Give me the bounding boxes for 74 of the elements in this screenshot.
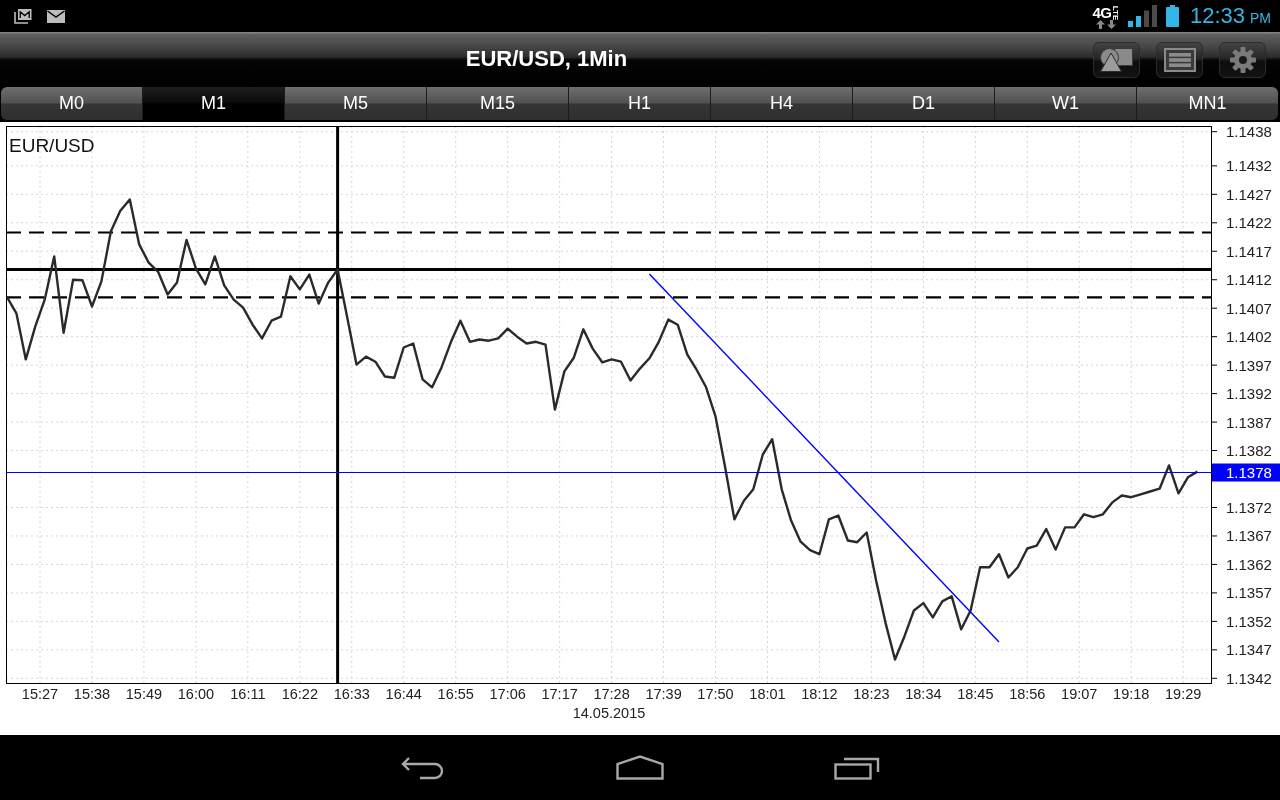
envelope-icon	[47, 9, 65, 23]
timeframe-tab[interactable]: M15	[427, 87, 569, 120]
y-axis-label: 1.1392	[1226, 385, 1272, 403]
x-axis-label: 16:22	[281, 686, 318, 702]
y-axis-label: 1.1397	[1226, 356, 1272, 374]
y-axis-label: 1.1352	[1226, 612, 1272, 630]
current-price-badge: 1.1378	[1212, 463, 1280, 482]
timeframe-tab[interactable]: M0	[1, 87, 143, 120]
timeframe-tab[interactable]: H1	[569, 87, 711, 120]
y-axis-label: 1.1438	[1226, 123, 1272, 141]
timeframe-tab[interactable]: MN1	[1137, 87, 1278, 120]
x-axis-label: 15:49	[125, 686, 163, 702]
x-axis-label: 18:12	[801, 686, 838, 702]
y-axis-label: 1.1427	[1226, 185, 1272, 203]
x-axis-label: 17:28	[593, 686, 630, 702]
x-axis-label: 18:23	[853, 686, 890, 702]
window-title: EUR/USD, 1Min	[464, 46, 629, 72]
y-axis-label: 1.1357	[1226, 584, 1272, 602]
y-axis-label: 1.1422	[1226, 214, 1272, 232]
chart-title: EUR/USD	[9, 135, 95, 156]
y-axis-label: 1.1382	[1226, 442, 1272, 460]
x-axis-label: 17:39	[645, 686, 682, 702]
x-axis-label: 16:55	[437, 686, 474, 702]
y-axis-label: 1.1407	[1226, 299, 1272, 317]
clock-period: PM	[1250, 10, 1271, 26]
ref-line-label: 1.1378	[1226, 464, 1272, 481]
signal-icon	[1127, 5, 1157, 27]
list-button[interactable]	[1156, 42, 1203, 78]
network-subtype-label: LTE	[1111, 5, 1120, 20]
shapes-icon	[1098, 47, 1135, 73]
y-axis-label: 1.1362	[1226, 555, 1272, 573]
timeframe-tab[interactable]: M1	[143, 87, 285, 120]
x-axis-label: 19:18	[1113, 686, 1150, 702]
y-axis-label: 1.1417	[1226, 242, 1272, 260]
recents-icon	[834, 755, 880, 780]
x-axis-label: 16:33	[333, 686, 370, 702]
x-axis-label: 19:07	[1061, 686, 1098, 702]
y-axis-label: 1.1387	[1226, 413, 1272, 431]
x-axis-label: 18:56	[1009, 686, 1046, 702]
x-axis-label: 17:50	[697, 686, 734, 702]
x-axis-label: 17:17	[541, 686, 578, 702]
date-label: 14.05.2015	[572, 705, 646, 721]
timeframe-tab[interactable]: W1	[995, 87, 1137, 120]
y-axis-label: 1.1432	[1226, 157, 1272, 175]
battery-icon	[1165, 5, 1179, 27]
clock-time: 12:33	[1189, 3, 1245, 29]
x-axis-label: 18:45	[957, 686, 994, 702]
y-axis-label: 1.1367	[1226, 527, 1272, 545]
home-icon	[616, 755, 664, 780]
objects-button[interactable]	[1093, 42, 1140, 78]
x-axis-label: 16:44	[385, 686, 422, 702]
list-icon	[1163, 48, 1196, 72]
x-axis-label: 15:27	[21, 686, 59, 702]
stacked-envelope-icon	[14, 8, 32, 24]
timeframe-tab[interactable]: H4	[711, 87, 853, 120]
x-axis-label: 17:06	[489, 686, 526, 702]
data-activity-icon	[1095, 19, 1116, 29]
x-axis-label: 19:29	[1165, 686, 1202, 702]
y-axis-label: 1.1347	[1226, 641, 1272, 659]
y-axis-label: 1.1372	[1226, 499, 1272, 516]
y-axis-label: 1.1412	[1226, 271, 1272, 289]
x-axis-label: 18:01	[749, 686, 786, 702]
y-axis-label: 1.1402	[1226, 328, 1272, 346]
y-axis-label: 1.1342	[1226, 669, 1272, 687]
settings-icon	[1229, 47, 1256, 73]
back-icon	[401, 755, 445, 780]
settings-button[interactable]	[1219, 42, 1266, 78]
x-axis-label: 15:38	[73, 686, 111, 702]
x-axis-label: 18:34	[905, 686, 942, 702]
x-axis-label: 16:00	[177, 686, 215, 702]
x-axis-label: 16:11	[230, 686, 266, 702]
timeframe-tab[interactable]: M5	[285, 87, 427, 120]
timeframe-tab[interactable]: D1	[853, 87, 995, 120]
network-type-label: 4G	[1092, 5, 1112, 19]
